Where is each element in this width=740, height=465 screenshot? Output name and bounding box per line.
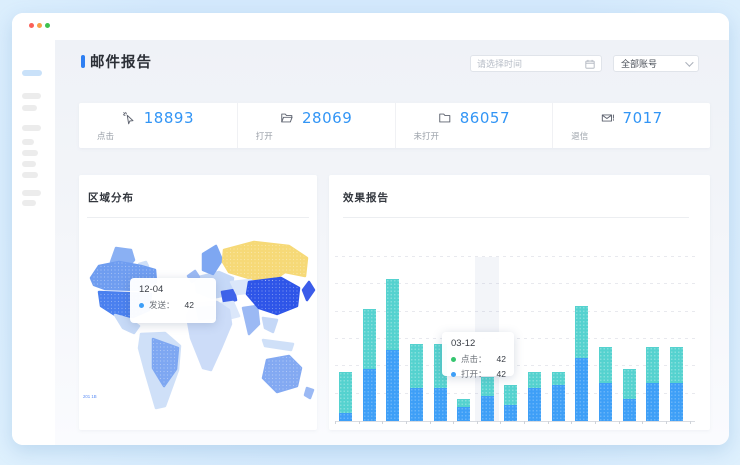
sidebar-item[interactable]	[22, 139, 34, 145]
stacked-bar[interactable]	[339, 372, 352, 421]
stacked-bar[interactable]	[599, 347, 612, 421]
mail-alert-icon	[601, 111, 615, 125]
map-region-indonesia[interactable]	[263, 340, 293, 350]
region-distribution-panel: 区域分布	[79, 175, 317, 430]
minimize-window-icon[interactable]	[37, 23, 42, 28]
tooltip-series-value: 42	[497, 354, 506, 364]
stat-label: 打开	[256, 130, 273, 142]
page-title: 邮件报告	[90, 51, 152, 72]
stacked-bar[interactable]	[410, 344, 423, 421]
account-filter-value: 全部账号	[621, 57, 685, 70]
map-region-se-asia[interactable]	[263, 318, 277, 332]
stacked-bar[interactable]	[552, 372, 565, 421]
panel-title: 区域分布	[88, 190, 134, 205]
stat-label: 点击	[97, 130, 114, 142]
panel-divider	[87, 217, 309, 218]
stat-label: 退信	[571, 130, 588, 142]
sidebar-item[interactable]	[22, 161, 36, 167]
window-titlebar	[12, 13, 729, 40]
stacked-bar[interactable]	[670, 347, 683, 421]
sidebar-item[interactable]	[22, 190, 41, 196]
stacked-bar-chart[interactable]	[335, 257, 695, 422]
sidebar-item-active[interactable]	[22, 70, 42, 76]
stacked-bar[interactable]	[363, 309, 376, 421]
stacked-bar[interactable]	[504, 385, 517, 421]
maximize-window-icon[interactable]	[45, 23, 50, 28]
sidebar-item[interactable]	[22, 172, 38, 178]
tooltip-date: 03-12	[451, 338, 505, 349]
panel-divider	[343, 217, 689, 218]
stacked-bar[interactable]	[575, 306, 588, 421]
map-tooltip: 12-04 发送： 42	[130, 278, 216, 323]
series-dot-icon	[139, 303, 144, 308]
tooltip-series-value: 42	[185, 300, 194, 310]
map-region-japan[interactable]	[303, 282, 314, 300]
stat-opens: 28069 打开	[237, 103, 395, 148]
stat-value: 28069	[302, 109, 352, 127]
main-content: 邮件报告 请选择时间 全部账号	[55, 40, 729, 445]
panel-title: 效果报告	[343, 190, 389, 205]
date-placeholder: 请选择时间	[477, 57, 585, 70]
calendar-icon[interactable]	[585, 59, 595, 69]
date-range-input[interactable]: 请选择时间	[470, 55, 602, 72]
close-window-icon[interactable]	[29, 23, 34, 28]
tooltip-date: 12-04	[139, 284, 207, 295]
stacked-bar[interactable]	[481, 377, 494, 421]
tooltip-series-value: 42	[497, 369, 506, 379]
sidebar-item[interactable]	[22, 150, 38, 156]
stacked-bar[interactable]	[457, 399, 470, 421]
chevron-down-icon	[685, 58, 693, 66]
stacked-bar[interactable]	[386, 279, 399, 421]
stat-label: 未打开	[414, 130, 440, 142]
series-dot-icon	[451, 357, 456, 362]
effect-report-panel: 效果报告 03-12 点击： 42 打开： 42	[329, 175, 710, 430]
folder-icon	[438, 111, 452, 125]
map-attribution: 201 1B	[83, 395, 97, 399]
stat-value: 18893	[144, 109, 194, 127]
tooltip-series-label: 打开：	[461, 368, 487, 380]
stat-value: 7017	[623, 109, 663, 127]
sidebar-nav	[12, 40, 55, 445]
map-region-scandinavia[interactable]	[203, 246, 222, 274]
sidebar-item[interactable]	[22, 105, 37, 111]
stacked-bar[interactable]	[646, 347, 659, 421]
stacked-bar[interactable]	[623, 369, 636, 421]
stacked-bar[interactable]	[528, 372, 541, 421]
account-filter-select[interactable]: 全部账号	[613, 55, 699, 72]
stat-unopened: 86057 未打开	[395, 103, 553, 148]
stats-summary-band: 18893 点击 28069 打开	[79, 103, 710, 148]
tooltip-series-label: 发送：	[149, 299, 175, 311]
cursor-click-icon	[122, 111, 136, 125]
sidebar-item[interactable]	[22, 125, 41, 131]
sidebar-item[interactable]	[22, 93, 41, 99]
map-region-new-zealand[interactable]	[305, 388, 313, 398]
series-dot-icon	[451, 372, 456, 377]
stat-value: 86057	[460, 109, 510, 127]
map-region-india[interactable]	[243, 306, 259, 334]
folder-open-icon	[280, 111, 294, 125]
title-accent-bar	[81, 55, 85, 68]
stat-bounces: 7017 退信	[552, 103, 710, 148]
desktop-background: 邮件报告 请选择时间 全部账号	[0, 0, 740, 465]
sidebar-item[interactable]	[22, 200, 36, 206]
app-window: 邮件报告 请选择时间 全部账号	[12, 13, 729, 445]
stat-clicks: 18893 点击	[79, 103, 237, 148]
map-region-eastern-europe[interactable]	[222, 290, 236, 302]
chart-tooltip: 03-12 点击： 42 打开： 42	[442, 332, 514, 376]
tooltip-series-label: 点击：	[461, 353, 487, 365]
